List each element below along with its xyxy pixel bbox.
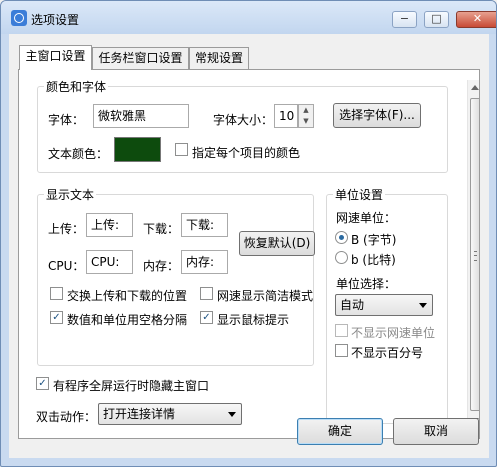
- swap-upload-download-checkbox[interactable]: [50, 287, 63, 300]
- options-dialog: 选项设置 − □ ✕ 主窗口设置 任务栏窗口设置 常规设置 颜色和字体 字体： …: [0, 0, 497, 467]
- unit-choice-value: 自动: [340, 298, 365, 312]
- fullscreen-hide-label: 有程序全屏运行时隐藏主窗口: [53, 379, 210, 393]
- speed-simple-mode-checkbox[interactable]: [200, 287, 213, 300]
- settings-panel: 颜色和字体 字体： 微软雅黑 字体大小： 10 ▲ ▼ 选择字体(F)... 文本…: [18, 69, 480, 439]
- font-size-spinner[interactable]: ▲ ▼: [298, 104, 314, 128]
- swap-upload-download-label: 交换上传和下载的位置: [67, 289, 188, 303]
- unit-byte-radio[interactable]: [335, 231, 348, 244]
- hide-speed-unit-label: 不显示网速单位: [351, 326, 436, 340]
- specify-each-color-label: 指定每个项目的颜色: [192, 146, 301, 160]
- select-font-button[interactable]: 选择字体(F)...: [333, 103, 421, 128]
- display-text-legend: 显示文本: [44, 186, 97, 203]
- minimize-button[interactable]: −: [392, 11, 417, 28]
- dialog-client-area: 主窗口设置 任务栏窗口设置 常规设置 颜色和字体 字体： 微软雅黑 字体大小： …: [9, 34, 489, 458]
- unit-settings-group: 单位设置 网速单位： B (字节) b (比特) 单位选择： 自动 不显示网速单…: [326, 186, 448, 424]
- hide-percent-label: 不显示百分号: [351, 346, 424, 360]
- ok-button[interactable]: 确定: [297, 418, 383, 445]
- chevron-down-icon: [228, 412, 236, 417]
- value-unit-space-checkbox[interactable]: ✓: [50, 311, 63, 324]
- show-mouse-tip-checkbox[interactable]: ✓: [200, 311, 213, 324]
- display-text-group: 显示文本 上传： 上传: 下载： 下载: 恢复默认(D) CPU： CPU: 内…: [37, 186, 315, 366]
- restore-default-button[interactable]: 恢复默认(D): [239, 231, 315, 256]
- upload-text-field[interactable]: 上传:: [86, 213, 133, 237]
- unit-bit-label: b (比特): [351, 253, 396, 267]
- download-text-field[interactable]: 下载:: [181, 213, 228, 237]
- close-button[interactable]: ✕: [456, 11, 496, 28]
- tab-general[interactable]: 常规设置: [189, 47, 249, 69]
- font-size-label: 字体大小：: [213, 113, 274, 127]
- window-title: 选项设置: [31, 13, 80, 27]
- unit-settings-legend: 单位设置: [333, 186, 386, 203]
- unit-choice-label: 单位选择：: [336, 277, 397, 291]
- unit-bit-radio[interactable]: [335, 251, 348, 264]
- maximize-button[interactable]: □: [424, 11, 449, 28]
- panel-vertical-scrollbar[interactable]: [467, 80, 479, 430]
- show-mouse-tip-label: 显示鼠标提示: [217, 313, 290, 327]
- scroll-grip-icon: [474, 251, 477, 261]
- hide-speed-unit-checkbox: [335, 324, 348, 337]
- font-label: 字体：: [48, 113, 85, 127]
- specify-each-color-checkbox[interactable]: [175, 143, 188, 156]
- cancel-button[interactable]: 取消: [393, 418, 479, 445]
- title-bar[interactable]: 选项设置 − □ ✕: [1, 1, 496, 34]
- scroll-up-arrow-icon[interactable]: [471, 85, 479, 90]
- memory-label: 内存：: [143, 259, 180, 273]
- font-size-field[interactable]: 10: [274, 104, 298, 128]
- chevron-down-icon: [419, 303, 427, 308]
- app-icon: [11, 10, 27, 26]
- double-click-action-value: 打开连接详情: [103, 407, 176, 421]
- colors-fonts-legend: 颜色和字体: [44, 78, 109, 95]
- text-color-swatch[interactable]: [114, 137, 161, 162]
- scrollbar-thumb[interactable]: [470, 98, 479, 411]
- value-unit-space-label: 数值和单位用空格分隔: [67, 313, 188, 327]
- double-click-label: 双击动作：: [36, 410, 97, 424]
- tab-taskbar-window[interactable]: 任务栏窗口设置: [92, 47, 189, 69]
- cpu-label: CPU：: [48, 259, 85, 273]
- hide-percent-checkbox[interactable]: [335, 344, 348, 357]
- double-click-action-dropdown[interactable]: 打开连接详情: [98, 403, 242, 425]
- colors-fonts-group: 颜色和字体 字体： 微软雅黑 字体大小： 10 ▲ ▼ 选择字体(F)... 文本…: [37, 78, 448, 173]
- text-color-label: 文本颜色：: [48, 147, 109, 161]
- memory-text-field[interactable]: 内存:: [181, 250, 228, 274]
- upload-label: 上传：: [48, 222, 85, 236]
- download-label: 下载：: [143, 222, 180, 236]
- unit-choice-dropdown[interactable]: 自动: [335, 294, 433, 316]
- fullscreen-hide-checkbox[interactable]: ✓: [36, 377, 49, 390]
- font-name-field[interactable]: 微软雅黑: [93, 104, 189, 128]
- speed-simple-mode-label: 网速显示简洁模式: [217, 289, 314, 303]
- tab-main-window[interactable]: 主窗口设置: [19, 45, 92, 70]
- speed-unit-label: 网速单位：: [336, 211, 397, 225]
- unit-byte-label: B (字节): [351, 233, 397, 247]
- cpu-text-field[interactable]: CPU:: [86, 250, 133, 274]
